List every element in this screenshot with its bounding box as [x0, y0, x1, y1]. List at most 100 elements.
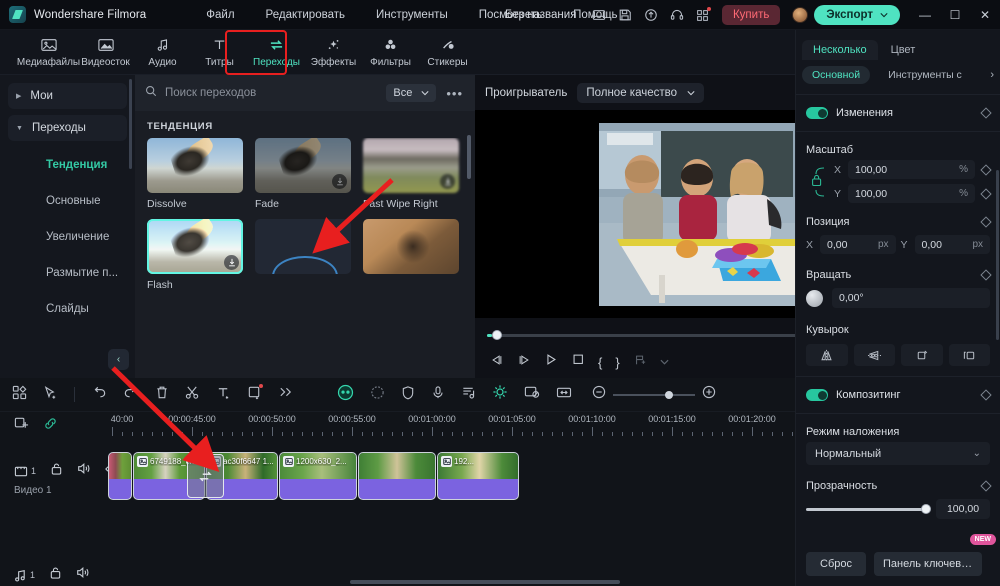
export-button[interactable]: Экспорт	[814, 5, 900, 25]
undo-icon[interactable]	[91, 385, 107, 404]
voiceover-mic-icon[interactable]	[431, 385, 445, 405]
green-screen-icon[interactable]	[524, 385, 540, 404]
download-icon[interactable]	[440, 174, 455, 189]
quality-dropdown[interactable]: Полное качество	[577, 82, 704, 103]
menu-file[interactable]: Файл	[206, 9, 234, 21]
rotate-ccw-icon[interactable]	[948, 344, 990, 366]
browser-scrollbar[interactable]	[467, 135, 471, 179]
flip-vertical-icon[interactable]	[853, 344, 895, 366]
mute-icon[interactable]	[76, 566, 90, 584]
timeline-clip[interactable]: 1200х630_2...	[279, 452, 357, 500]
close-button[interactable]: ✕	[970, 0, 1000, 30]
keyframe-diamond-icon[interactable]	[980, 187, 992, 200]
more-chevrons-icon[interactable]	[278, 385, 293, 404]
filter-dropdown[interactable]: Все	[386, 84, 437, 102]
download-icon[interactable]	[224, 255, 239, 270]
zoom-slider[interactable]	[613, 390, 695, 399]
keyframe-diamond-icon[interactable]	[980, 389, 992, 401]
subtab-basic[interactable]: Основной	[802, 66, 871, 84]
browser-more-button[interactable]: •••	[444, 86, 465, 101]
mark-out-icon[interactable]: }	[615, 355, 619, 370]
lock-icon[interactable]	[49, 566, 62, 585]
marker-dropdown-icon[interactable]	[660, 353, 669, 371]
grid-view-icon[interactable]	[12, 385, 27, 405]
flip-horizontal-icon[interactable]	[806, 344, 848, 366]
prev-frame-icon[interactable]	[490, 353, 504, 371]
download-icon[interactable]	[332, 174, 347, 189]
transition-thumbnail[interactable]	[255, 219, 351, 274]
sidebar-item-trend[interactable]: Тенденция	[0, 147, 135, 183]
opacity-value[interactable]: 100,00	[936, 499, 990, 519]
keyframe-diamond-icon[interactable]	[980, 269, 992, 281]
timeline-clip[interactable]	[108, 452, 132, 500]
transition-thumbnail[interactable]	[363, 138, 459, 193]
rotate-cw-icon[interactable]	[901, 344, 943, 366]
blend-mode-dropdown[interactable]: Нормальный ⌄	[806, 442, 990, 465]
reset-button[interactable]: Сброс	[806, 552, 866, 576]
transition-card[interactable]: Dissolve	[147, 138, 243, 210]
ai-colorize-icon[interactable]	[492, 384, 508, 405]
sidebar-item-basic[interactable]: Основные	[0, 183, 135, 219]
stop-icon[interactable]	[571, 353, 585, 371]
tab-multiple[interactable]: Несколько	[802, 40, 878, 60]
ribbon-tab-audio[interactable]: Аудио	[134, 31, 191, 74]
scale-y-field[interactable]: 100,00 %	[848, 184, 975, 203]
freeze-frame-icon[interactable]	[556, 386, 572, 404]
timeline-hscrollbar[interactable]	[350, 580, 620, 584]
keyframe-diamond-icon[interactable]	[980, 107, 992, 119]
rotate-field[interactable]: 0,00°	[832, 288, 990, 308]
transition-thumbnail[interactable]	[147, 219, 243, 274]
rotate-dial[interactable]	[806, 289, 823, 307]
sidebar-item-zoom[interactable]: Увеличение	[0, 219, 135, 255]
transform-toggle-row[interactable]: Изменения	[796, 99, 1000, 127]
transition-thumbnail[interactable]	[255, 138, 351, 193]
video-track-icon[interactable]: 1	[14, 465, 36, 478]
keyframe-diamond-icon[interactable]	[980, 163, 992, 176]
apps-grid-icon[interactable]	[690, 0, 716, 30]
ribbon-tab-transitions[interactable]: Переходы	[248, 31, 305, 74]
transition-card[interactable]: Fast Wipe Right	[363, 138, 459, 210]
mask-shield-icon[interactable]	[401, 385, 415, 405]
cloud-upload-icon[interactable]	[638, 0, 664, 30]
sidebar-item-slides[interactable]: Слайды	[0, 291, 135, 327]
audio-mix-icon[interactable]	[461, 385, 476, 405]
minimize-button[interactable]: —	[910, 0, 940, 30]
compositing-toggle-row[interactable]: Композитинг	[796, 381, 1000, 409]
maximize-button[interactable]: ☐	[940, 0, 970, 30]
next-frame-icon[interactable]	[517, 353, 531, 371]
split-scissors-icon[interactable]	[185, 385, 200, 405]
link-clips-icon[interactable]	[43, 416, 58, 436]
headset-support-icon[interactable]	[664, 0, 690, 30]
avatar[interactable]	[792, 7, 809, 23]
scale-x-field[interactable]: 100,00 %	[848, 160, 975, 179]
layout-icon[interactable]	[586, 0, 612, 30]
ribbon-tab-stickers[interactable]: Стикеры	[419, 31, 476, 74]
keyframe-diamond-icon[interactable]	[980, 216, 992, 228]
timeline-clip[interactable]	[358, 452, 436, 500]
ribbon-tab-media[interactable]: Медиафайлы	[17, 31, 80, 74]
play-icon[interactable]	[544, 353, 558, 371]
mark-in-icon[interactable]: {	[598, 355, 602, 370]
zoom-in-icon[interactable]	[702, 385, 716, 404]
subtab-next-icon[interactable]: ›	[990, 69, 994, 81]
search-input[interactable]	[165, 87, 379, 99]
properties-scrollbar[interactable]	[996, 170, 999, 340]
position-y-field[interactable]: 0,00 px	[914, 235, 990, 254]
sidebar-scrollbar[interactable]	[129, 79, 132, 169]
seek-slider[interactable]	[487, 330, 829, 340]
speed-icon[interactable]	[370, 385, 385, 405]
tab-color[interactable]: Цвет	[880, 40, 927, 60]
scale-link-lock-icon[interactable]	[806, 162, 830, 202]
sidebar-group-my[interactable]: ▶ Мои	[8, 83, 127, 109]
ribbon-tab-effects[interactable]: Эффекты	[305, 31, 362, 74]
ai-copilot-icon[interactable]	[337, 384, 354, 406]
opacity-handle[interactable]	[921, 503, 931, 514]
audio-track-icon[interactable]: 1	[14, 569, 35, 582]
delete-icon[interactable]	[155, 385, 169, 405]
seek-handle[interactable]	[492, 330, 502, 340]
text-tool-icon[interactable]	[216, 385, 231, 405]
sidebar-collapse-button[interactable]: ‹	[108, 349, 129, 370]
ribbon-tab-stock[interactable]: Видеосток	[77, 31, 134, 74]
compositing-toggle[interactable]	[806, 389, 828, 401]
ribbon-tab-titles[interactable]: Титры	[191, 31, 248, 74]
